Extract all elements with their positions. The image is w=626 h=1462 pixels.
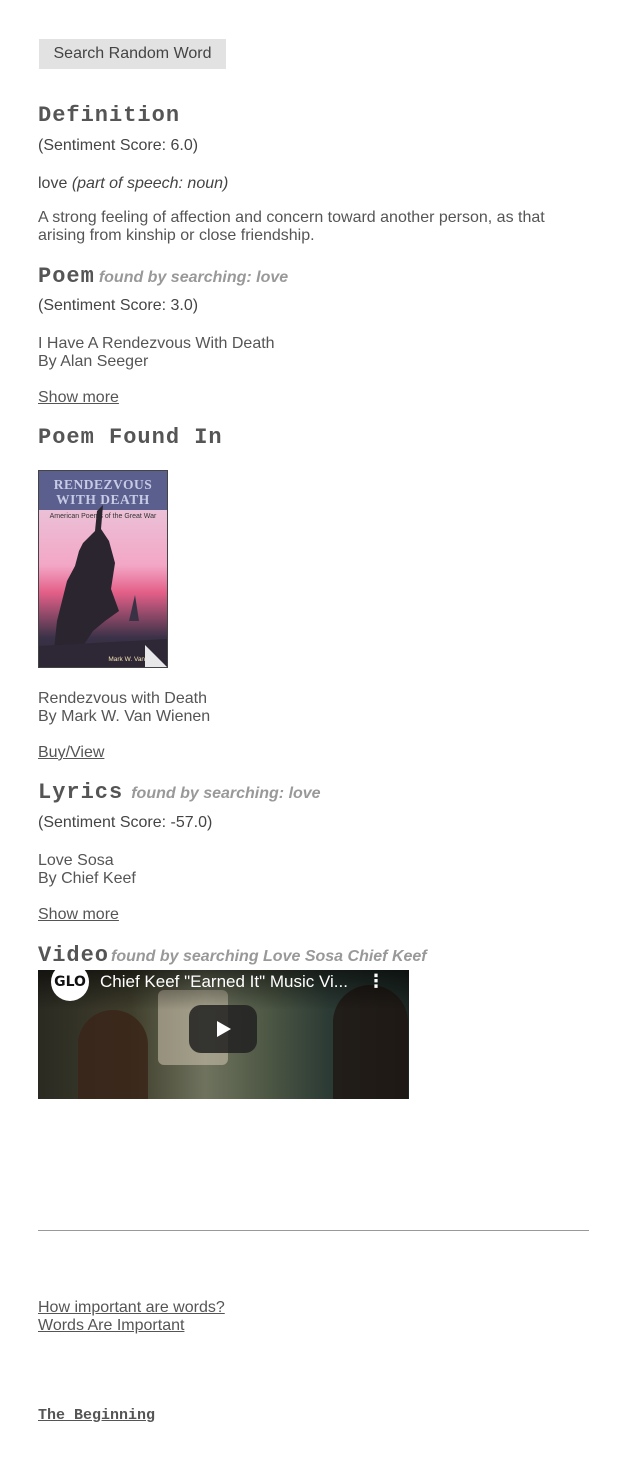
play-icon [217, 1021, 231, 1037]
video-heading-text: Video [38, 943, 110, 968]
lyrics-sentiment-score: (Sentiment Score: -57.0) [38, 814, 213, 831]
the-beginning-link[interactable]: The Beginning [38, 1407, 155, 1424]
book-author: By Mark W. Van Wienen [38, 708, 211, 725]
lyrics-show-more-link[interactable]: Show more [38, 906, 119, 924]
definition-sentiment-score: (Sentiment Score: 6.0) [38, 137, 199, 154]
lyrics-heading: Lyrics found by searching: love [38, 780, 321, 805]
video-title[interactable]: Chief Keef "Earned It" Music Vi... [100, 972, 365, 992]
definition-heading: Definition [38, 103, 180, 128]
poem-sentiment-score: (Sentiment Score: 3.0) [38, 297, 199, 314]
poem-heading-text: Poem [38, 264, 95, 289]
search-random-word-button[interactable]: Search Random Word [39, 39, 226, 69]
video-thumbnail-figure [78, 1010, 148, 1099]
words-are-important-link[interactable]: Words Are Important [38, 1317, 184, 1335]
play-button[interactable] [189, 1005, 257, 1053]
definition-word: love [38, 175, 68, 192]
lyrics-heading-text: Lyrics [38, 780, 124, 805]
page-curl-icon [145, 645, 167, 667]
definition-word-line: love (part of speech: noun) [38, 175, 228, 193]
poem-show-more-link[interactable]: Show more [38, 389, 119, 407]
how-important-link[interactable]: How important are words? [38, 1299, 225, 1317]
poem-found-in-heading: Poem Found In [38, 425, 223, 450]
book-title: Rendezvous with Death [38, 690, 207, 707]
definition-part-of-speech: (part of speech: noun) [71, 175, 229, 192]
book-cover-image: RENDEZVOUS WITH DEATH American Poems of … [38, 470, 168, 668]
poem-title: I Have A Rendezvous With Death [38, 335, 275, 352]
definition-heading-text: Definition [38, 103, 181, 128]
buy-view-link[interactable]: Buy/View [38, 744, 104, 762]
more-vert-icon[interactable]: ⋮ [367, 971, 385, 992]
video-player[interactable]: GLO Chief Keef "Earned It" Music Vi... ⋮ [38, 970, 409, 1099]
definition-text: A strong feeling of affection and concer… [38, 209, 545, 244]
lyrics-author: By Chief Keef [38, 870, 136, 887]
lyrics-title: Love Sosa [38, 852, 114, 869]
lyrics-found-by: found by searching: love [131, 785, 321, 802]
divider [38, 1230, 589, 1231]
video-heading: Video found by searching Love Sosa Chief … [38, 943, 427, 968]
poem-author: By Alan Seeger [38, 353, 149, 370]
poem-found-by: found by searching: love [98, 269, 289, 286]
poem-heading: Poem found by searching: love [38, 264, 288, 289]
soldier-illustration [39, 505, 167, 667]
video-found-by: found by searching Love Sosa Chief Keef [111, 948, 427, 965]
